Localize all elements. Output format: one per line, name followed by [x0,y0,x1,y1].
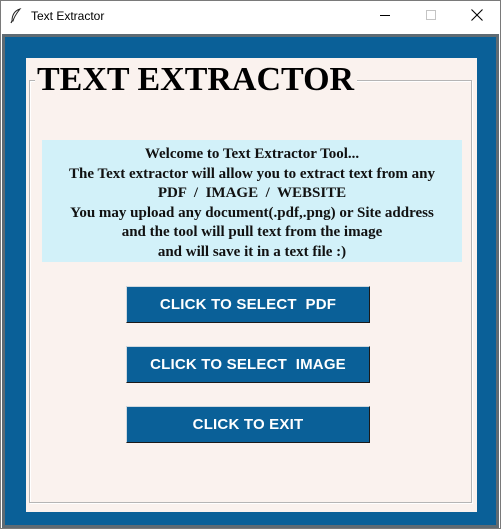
info-line: Welcome to Text Extractor Tool... [144,146,360,162]
blue-background: TEXT EXTRACTOR Welcome to Text Extractor… [5,37,496,525]
info-line: and will save it in a text file :) [157,243,347,260]
feather-icon [9,7,23,24]
window-title: Text Extractor [31,9,105,23]
close-button[interactable] [454,1,500,31]
select-pdf-button[interactable]: CLICK TO SELECT PDF [126,286,370,323]
group-title: TEXT EXTRACTOR [35,61,358,99]
minimize-button[interactable] [362,1,408,31]
close-icon [471,8,483,24]
main-panel: TEXT EXTRACTOR Welcome to Text Extractor… [26,58,477,512]
exit-button[interactable]: CLICK TO EXIT [126,406,370,443]
select-image-button[interactable]: CLICK TO SELECT IMAGE [126,346,370,383]
info-line: The Text extractor will allow you to ext… [68,165,436,182]
title-bar[interactable]: Text Extractor [1,1,500,31]
info-line: and the tool will pull text from the ima… [121,224,383,240]
app-window: Text Extractor TEXT EXTRACTOR Welcome to… [0,0,501,529]
minimize-icon [380,9,390,23]
info-line: You may upload any document(.pdf,.png) o… [70,204,434,221]
maximize-icon [426,9,436,23]
info-line: PDF / IMAGE / WEBSITE [157,185,347,201]
welcome-message: Welcome to Text Extractor Tool... The Te… [42,140,462,262]
outer-frame: TEXT EXTRACTOR Welcome to Text Extractor… [2,34,499,528]
maximize-button[interactable] [408,1,454,31]
